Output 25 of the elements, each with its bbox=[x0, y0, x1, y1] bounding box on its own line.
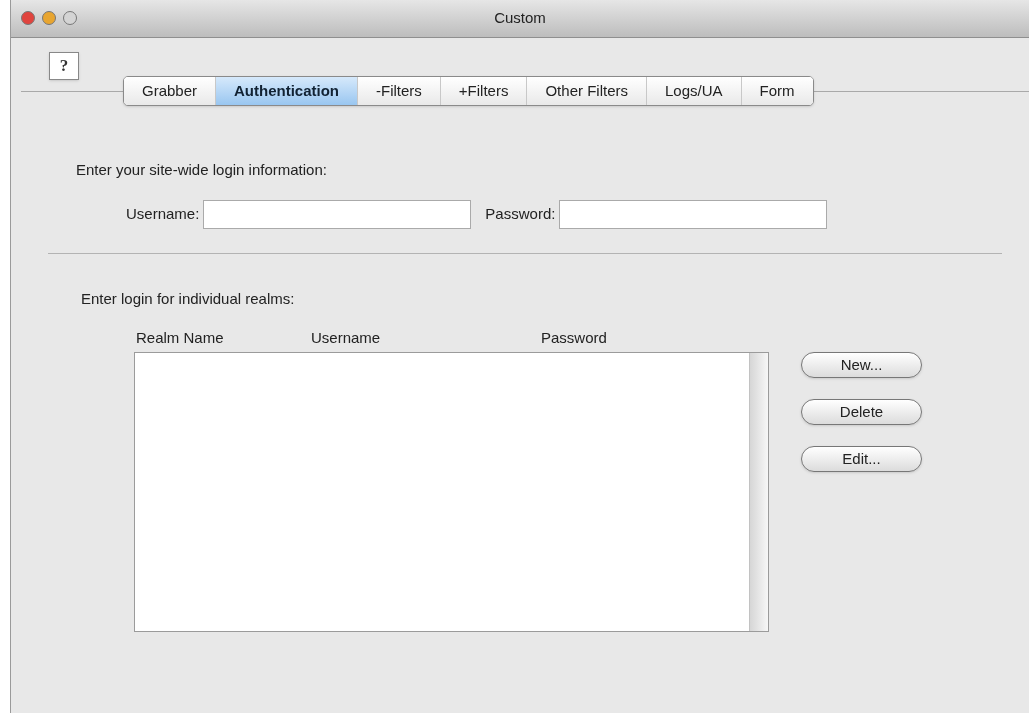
tab[interactable]: Grabber bbox=[124, 77, 216, 105]
tab[interactable]: Form bbox=[740, 77, 813, 105]
tab[interactable]: -Filters bbox=[357, 77, 440, 105]
scrollbar[interactable] bbox=[749, 352, 768, 631]
field-label: Username: bbox=[126, 204, 200, 225]
column-header: Password bbox=[541, 328, 608, 348]
input-field[interactable] bbox=[559, 200, 828, 229]
section-heading: Enter your site-wide login information: bbox=[76, 161, 327, 178]
push-button[interactable]: New... bbox=[801, 352, 922, 378]
tab[interactable]: Authentication bbox=[215, 77, 358, 105]
close-window-button[interactable] bbox=[21, 11, 35, 25]
minimize-window-button[interactable] bbox=[42, 11, 56, 25]
section-heading: Enter login for individual realms: bbox=[81, 290, 295, 307]
tab[interactable]: +Filters bbox=[439, 77, 527, 105]
input-field[interactable] bbox=[203, 200, 472, 229]
help-button[interactable]: ? bbox=[49, 52, 79, 80]
column-header: Realm Name bbox=[136, 328, 225, 348]
window-title: Custom bbox=[494, 8, 546, 29]
field-label: Password: bbox=[485, 204, 556, 225]
column-header: Username bbox=[311, 328, 382, 348]
tab[interactable]: Logs/UA bbox=[645, 77, 741, 105]
zoom-window-button[interactable] bbox=[63, 11, 77, 25]
push-button[interactable]: Edit... bbox=[801, 446, 922, 472]
tab[interactable]: Other Filters bbox=[526, 77, 646, 105]
push-button[interactable]: Delete bbox=[801, 399, 922, 425]
